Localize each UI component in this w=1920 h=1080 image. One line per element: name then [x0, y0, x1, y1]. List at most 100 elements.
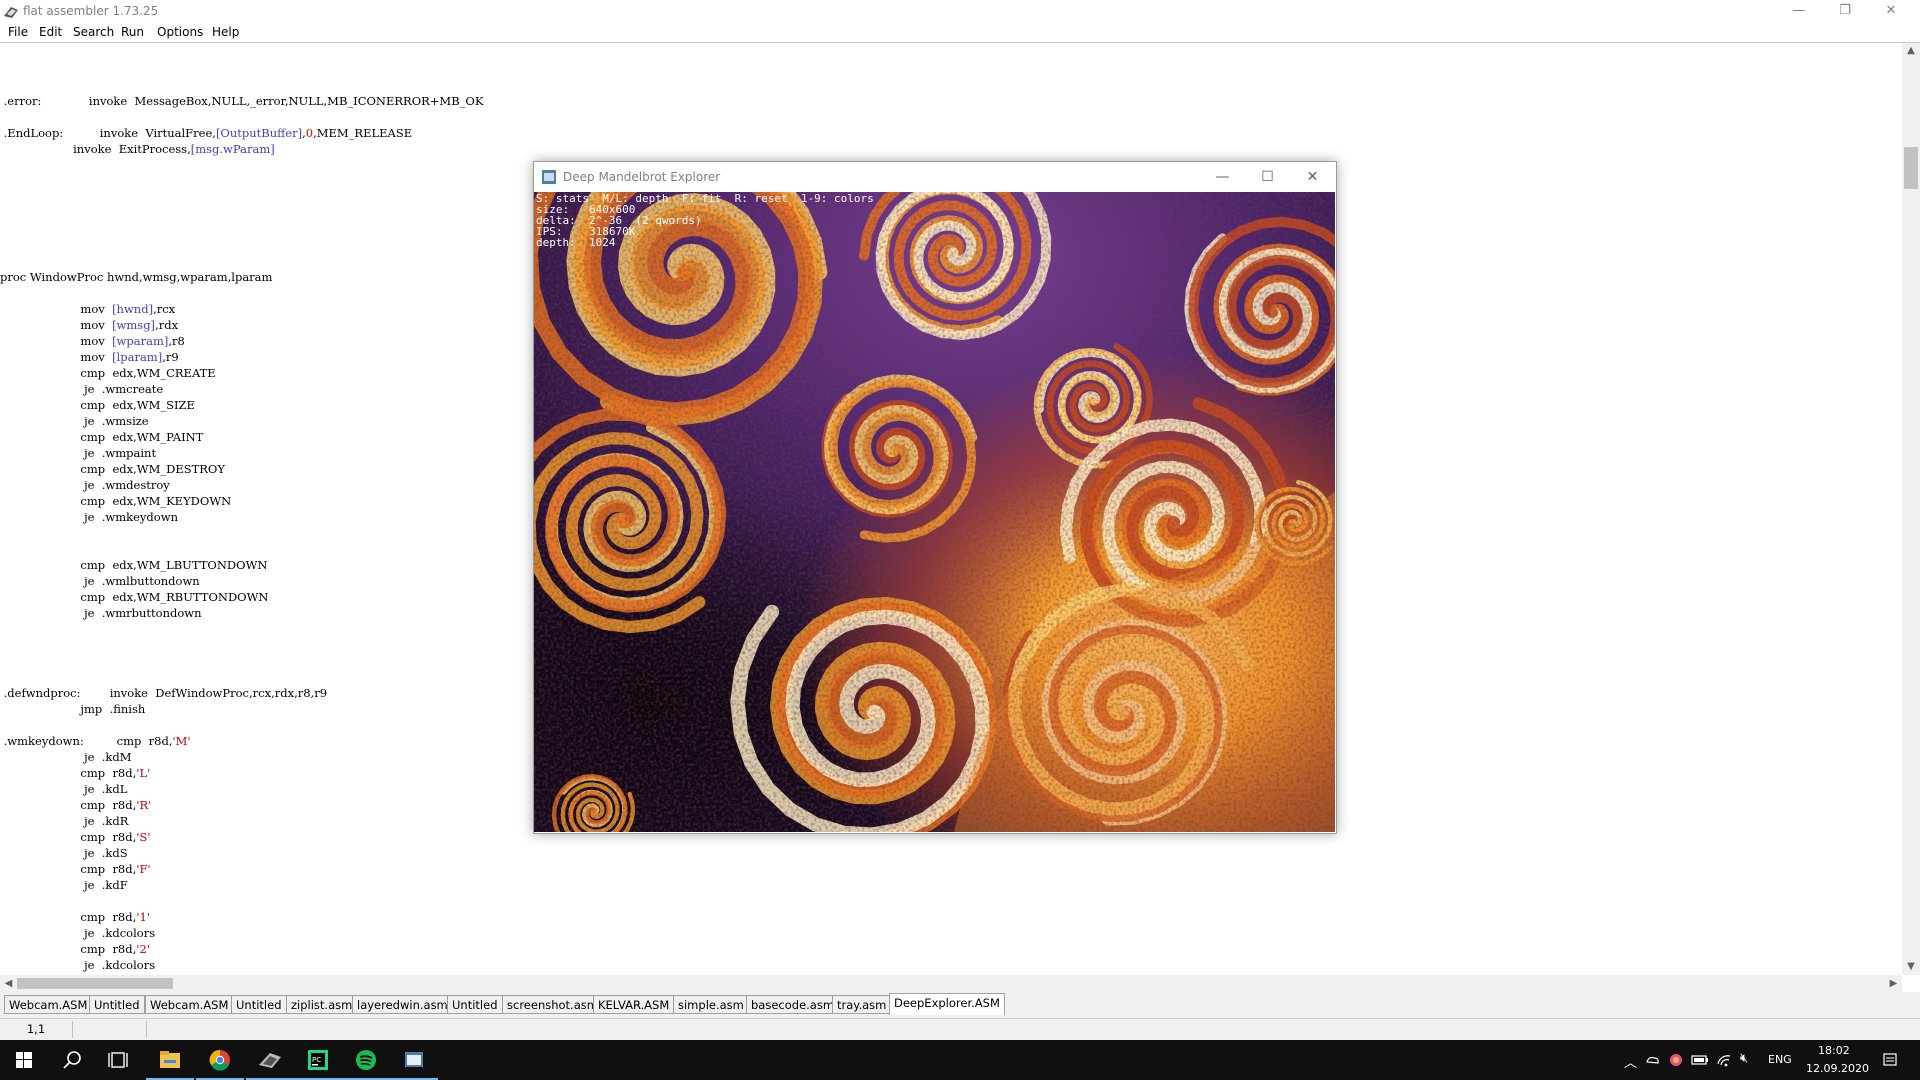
mandelbrot-minimize-button[interactable]: — — [1200, 162, 1245, 192]
code-line: mov [wmsg],rdx — [0, 318, 179, 332]
vertical-scroll-thumb[interactable] — [1904, 147, 1918, 189]
code-line: .error: invoke MessageBox,NULL,_error,NU… — [0, 94, 484, 108]
code-line: jmp .finish — [0, 702, 146, 716]
scroll-left-icon[interactable]: ◀ — [0, 975, 17, 992]
code-line: mov [hwnd],rcx — [0, 302, 176, 316]
fasm-logo-icon — [4, 7, 18, 18]
stat-depth: depth: 1024 — [536, 236, 616, 249]
code-line: invoke ExitProcess,[msg.wParam] — [0, 142, 275, 156]
code-line: cmp edx,WM_DESTROY — [0, 462, 225, 476]
tab-file[interactable]: ziplist.asm — [286, 995, 358, 1014]
code-line: cmp edx,WM_KEYDOWN — [0, 494, 232, 508]
file-explorer-icon[interactable] — [146, 1040, 194, 1080]
fasm-ide-window: flat assembler 1.73.25 — ❐ ✕ File Edit S… — [0, 0, 1920, 1080]
minimize-button[interactable]: — — [1776, 0, 1822, 22]
window-title: flat assembler 1.73.25 — [23, 4, 159, 18]
tab-file[interactable]: KELVAR.ASM — [593, 995, 675, 1014]
menu-options[interactable]: Options — [157, 25, 203, 39]
language-indicator[interactable]: ENG — [1768, 1053, 1792, 1066]
mandelbrot-window[interactable]: Deep Mandelbrot Explorer — ☐ ✕ S: stats … — [533, 161, 1337, 834]
code-line: cmp edx,WM_SIZE — [0, 398, 195, 412]
mandelbrot-title-bar[interactable]: Deep Mandelbrot Explorer — ☐ ✕ — [534, 162, 1336, 192]
mandelbrot-window-title: Deep Mandelbrot Explorer — [563, 170, 721, 184]
notifications-icon[interactable] — [1882, 1052, 1898, 1068]
menu-file[interactable]: File — [8, 25, 28, 39]
fractal-canvas[interactable]: S: stats M/L: depth F: fit R: reset 1-9:… — [534, 192, 1335, 832]
code-line: je .wmlbuttondown — [0, 574, 200, 588]
code-line: je .kdF — [0, 878, 128, 892]
scroll-right-icon[interactable]: ▶ — [1885, 975, 1902, 992]
wifi-icon[interactable] — [1716, 1052, 1732, 1068]
tab-file[interactable]: simple.asm — [673, 995, 749, 1014]
code-line: mov [lparam],r9 — [0, 350, 179, 364]
tab-file[interactable]: Untitled — [231, 995, 287, 1014]
battery-icon[interactable] — [1691, 1052, 1709, 1068]
tab-file[interactable]: Webcam.ASM — [145, 995, 234, 1014]
code-line: je .wmcreate — [0, 382, 164, 396]
code-line: je .wmkeydown — [0, 510, 178, 524]
tab-file[interactable]: layeredwin.asm — [352, 995, 453, 1014]
taskbar: PC ︿ 🔇︎ ENG 18:02 12.09.2020 — [0, 1040, 1920, 1080]
restore-button[interactable]: ❐ — [1822, 0, 1868, 22]
menu-edit[interactable]: Edit — [39, 25, 62, 39]
menu-run[interactable]: Run — [121, 25, 144, 39]
task-view-icon[interactable] — [96, 1040, 144, 1080]
vertical-scrollbar[interactable]: ▲ ▼ — [1902, 43, 1920, 975]
title-bar: flat assembler 1.73.25 — ❐ ✕ — [0, 0, 1920, 24]
code-line: je .wmsize — [0, 414, 149, 428]
code-line: cmp edx,WM_RBUTTONDOWN — [0, 590, 269, 604]
mandelbrot-image — [534, 192, 1335, 832]
tray-chevron-up-icon[interactable]: ︿ — [1624, 1052, 1637, 1071]
scroll-up-icon[interactable]: ▲ — [1902, 43, 1920, 59]
fasm-icon[interactable] — [246, 1040, 294, 1080]
mandelbrot-taskbar-icon[interactable] — [390, 1040, 438, 1080]
horizontal-scrollbar[interactable]: ◀ ▶ — [0, 975, 1902, 992]
status-bar: 1,1 — [0, 1018, 1920, 1041]
code-line: je .kdcolors — [0, 958, 156, 972]
pycharm-icon[interactable]: PC — [294, 1040, 342, 1080]
tab-file-active[interactable]: DeepExplorer.ASM — [889, 993, 1005, 1015]
code-line: proc WindowProc hwnd,wmsg,wparam,lparam — [0, 270, 273, 284]
horizontal-scroll-thumb[interactable] — [17, 978, 173, 989]
clock-time[interactable]: 18:02 — [1818, 1044, 1850, 1057]
tray-onedrive-icon[interactable] — [1645, 1052, 1661, 1068]
code-line: cmp r8d,'2' — [0, 942, 150, 956]
chrome-icon[interactable] — [196, 1040, 244, 1080]
code-line: cmp r8d,'R' — [0, 798, 152, 812]
svg-text:PC: PC — [312, 1056, 321, 1064]
status-segment — [76, 1021, 147, 1038]
code-line: .defwndproc: invoke DefWindowProc,rcx,rd… — [0, 686, 328, 700]
tab-file[interactable]: screenshot.asm — [502, 995, 603, 1014]
code-line: cmp edx,WM_LBUTTONDOWN — [0, 558, 268, 572]
tab-file[interactable]: Untitled — [447, 995, 503, 1014]
scroll-down-icon[interactable]: ▼ — [1902, 959, 1920, 975]
code-line: .EndLoop: invoke VirtualFree,[OutputBuff… — [0, 126, 413, 140]
code-line: cmp edx,WM_PAINT — [0, 430, 204, 444]
menu-help[interactable]: Help — [212, 25, 239, 39]
tray-app-icon[interactable] — [1668, 1052, 1684, 1068]
code-line: je .kdL — [0, 782, 128, 796]
tab-file[interactable]: Webcam.ASM — [4, 995, 93, 1014]
code-line: cmp r8d,'F' — [0, 862, 151, 876]
code-line: cmp r8d,'1' — [0, 910, 150, 924]
start-icon[interactable] — [0, 1040, 48, 1080]
mandelbrot-maximize-button[interactable]: ☐ — [1245, 162, 1290, 192]
volume-muted-icon[interactable]: 🔇︎ — [1740, 1051, 1748, 1066]
close-button[interactable]: ✕ — [1868, 0, 1914, 22]
tab-file[interactable]: tray.asm — [832, 995, 892, 1014]
tab-file[interactable]: basecode.asm — [746, 995, 840, 1014]
menu-search[interactable]: Search — [73, 25, 114, 39]
code-line: je .kdM — [0, 750, 132, 764]
code-line: je .kdcolors — [0, 926, 156, 940]
search-icon[interactable] — [48, 1040, 96, 1080]
code-line: je .wmdestroy — [0, 478, 170, 492]
mandelbrot-close-button[interactable]: ✕ — [1290, 162, 1335, 192]
code-line: cmp edx,WM_CREATE — [0, 366, 216, 380]
cursor-position: 1,1 — [0, 1021, 73, 1038]
code-line: cmp r8d,'S' — [0, 830, 151, 844]
clock-date[interactable]: 12.09.2020 — [1806, 1062, 1869, 1075]
code-line: je .wmpaint — [0, 446, 157, 460]
mandelbrot-app-icon — [542, 170, 556, 184]
spotify-icon[interactable] — [342, 1040, 390, 1080]
tab-file[interactable]: Untitled — [89, 995, 145, 1014]
